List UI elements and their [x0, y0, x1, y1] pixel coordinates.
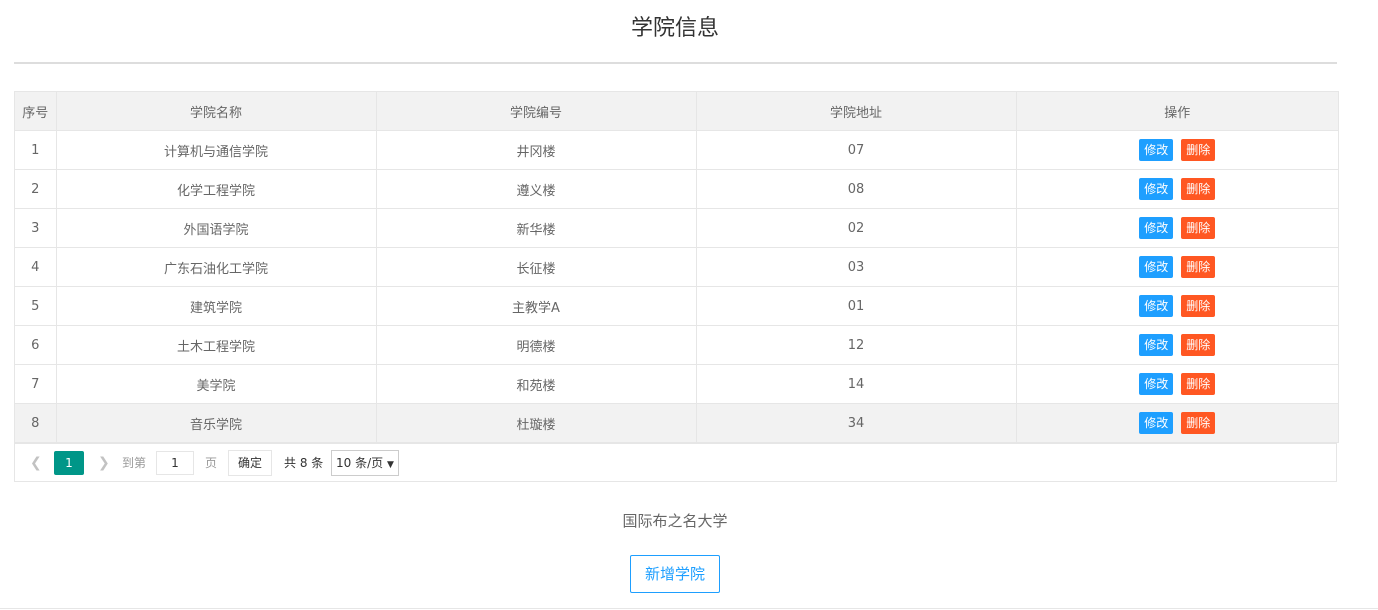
pager-goto-label: 到第	[122, 456, 147, 470]
table-row: 3 外国语学院 新华楼 02 修改 删除	[15, 208, 1338, 248]
edit-button[interactable]: 修改	[1139, 178, 1174, 200]
pager-total: 共 8 条	[284, 456, 324, 470]
cell-index: 4	[15, 247, 57, 287]
cell-college-address: 14	[696, 364, 1017, 404]
cell-college-name: 土木工程学院	[56, 325, 377, 365]
college-table: 序号 学院名称 学院编号 学院地址 操作 1 计算机与通信学院 井冈楼 07 修改 删除 2…	[14, 91, 1339, 443]
cell-actions: 修改 删除	[1016, 130, 1338, 170]
cell-college-name: 外国语学院	[56, 208, 377, 248]
edit-button[interactable]: 修改	[1139, 373, 1174, 395]
cell-actions: 修改 删除	[1016, 169, 1338, 209]
cell-college-name: 化学工程学院	[56, 169, 377, 209]
cell-index: 8	[15, 403, 57, 443]
header-index[interactable]: 序号	[15, 92, 57, 131]
cell-college-name: 建筑学院	[56, 286, 377, 326]
header-college-code[interactable]: 学院编号	[376, 92, 697, 131]
delete-button[interactable]: 删除	[1181, 256, 1216, 278]
delete-button[interactable]: 删除	[1181, 373, 1216, 395]
table-row: 5 建筑学院 主教学A 01 修改 删除	[15, 286, 1338, 326]
add-college-button[interactable]: 新增学院	[630, 555, 720, 593]
page-title: 学院信息	[630, 16, 719, 41]
edit-button[interactable]: 修改	[1139, 139, 1174, 161]
edit-button[interactable]: 修改	[1139, 295, 1174, 317]
edit-button[interactable]: 修改	[1139, 334, 1174, 356]
pager-current-page[interactable]: 1	[54, 451, 84, 475]
cell-actions: 修改 删除	[1016, 208, 1338, 248]
cell-college-address: 02	[696, 208, 1017, 248]
cell-actions: 修改 删除	[1016, 364, 1338, 404]
table-row: 7 美学院 和苑楼 14 修改 删除	[15, 364, 1338, 404]
header-college-name[interactable]: 学院名称	[56, 92, 377, 131]
pager-per-page-value: 10 条/页	[336, 456, 384, 470]
pager-confirm-button[interactable]: 确定	[228, 450, 273, 476]
cell-college-name: 广东石油化工学院	[56, 247, 377, 287]
cell-college-code: 长征楼	[376, 247, 697, 287]
cell-college-name: 美学院	[56, 364, 377, 404]
cell-college-address: 08	[696, 169, 1017, 209]
cell-actions: 修改 删除	[1016, 325, 1338, 365]
pagination: ❮ 1 ❯ 到第 页 确定 共 8 条 10 条/页 ▼	[14, 443, 1337, 482]
cell-college-address: 34	[696, 403, 1017, 443]
cell-college-code: 和苑楼	[376, 364, 697, 404]
pager-goto-input[interactable]	[156, 451, 194, 475]
cell-college-address: 12	[696, 325, 1017, 365]
cell-college-code: 井冈楼	[376, 130, 697, 170]
bottom-divider	[0, 608, 1378, 609]
table-row: 1 计算机与通信学院 井冈楼 07 修改 删除	[15, 130, 1338, 170]
delete-button[interactable]: 删除	[1181, 139, 1216, 161]
edit-button[interactable]: 修改	[1139, 412, 1174, 434]
cell-actions: 修改 删除	[1016, 247, 1338, 287]
cell-actions: 修改 删除	[1016, 286, 1338, 326]
chevron-left-icon[interactable]: ❮	[30, 451, 42, 475]
cell-index: 2	[15, 169, 57, 209]
table-row: 8 音乐学院 杜璇楼 34 修改 删除	[15, 403, 1338, 443]
pager-per-page-select[interactable]: 10 条/页 ▼	[331, 450, 399, 476]
cell-index: 1	[15, 130, 57, 170]
delete-button[interactable]: 删除	[1181, 295, 1216, 317]
chevron-right-icon[interactable]: ❯	[98, 451, 110, 475]
cell-college-address: 01	[696, 286, 1017, 326]
delete-button[interactable]: 删除	[1181, 178, 1216, 200]
delete-button[interactable]: 删除	[1181, 412, 1216, 434]
cell-college-code: 主教学A	[376, 286, 697, 326]
title-divider	[14, 62, 1337, 64]
cell-index: 3	[15, 208, 57, 248]
table-row: 4 广东石油化工学院 长征楼 03 修改 删除	[15, 247, 1338, 287]
cell-college-address: 07	[696, 130, 1017, 170]
chevron-down-icon: ▼	[386, 460, 394, 470]
delete-button[interactable]: 删除	[1181, 217, 1216, 239]
cell-college-code: 明德楼	[376, 325, 697, 365]
header-actions: 操作	[1016, 92, 1338, 131]
cell-actions: 修改 删除	[1016, 403, 1338, 443]
edit-button[interactable]: 修改	[1139, 256, 1174, 278]
pager-page-unit: 页	[205, 456, 218, 470]
cell-index: 5	[15, 286, 57, 326]
cell-college-code: 新华楼	[376, 208, 697, 248]
table-row: 6 土木工程学院 明德楼 12 修改 删除	[15, 325, 1338, 365]
cell-college-name: 计算机与通信学院	[56, 130, 377, 170]
delete-button[interactable]: 删除	[1181, 334, 1216, 356]
cell-college-name: 音乐学院	[56, 403, 377, 443]
table-row: 2 化学工程学院 遵义楼 08 修改 删除	[15, 169, 1338, 209]
table-header-row: 序号 学院名称 学院编号 学院地址 操作	[15, 92, 1338, 131]
cell-college-code: 杜璇楼	[376, 403, 697, 443]
cell-college-address: 03	[696, 247, 1017, 287]
edit-button[interactable]: 修改	[1139, 217, 1174, 239]
footer-text: 国际布之名大学	[622, 512, 728, 530]
cell-index: 7	[15, 364, 57, 404]
cell-index: 6	[15, 325, 57, 365]
header-college-address[interactable]: 学院地址	[696, 92, 1017, 131]
cell-college-code: 遵义楼	[376, 169, 697, 209]
